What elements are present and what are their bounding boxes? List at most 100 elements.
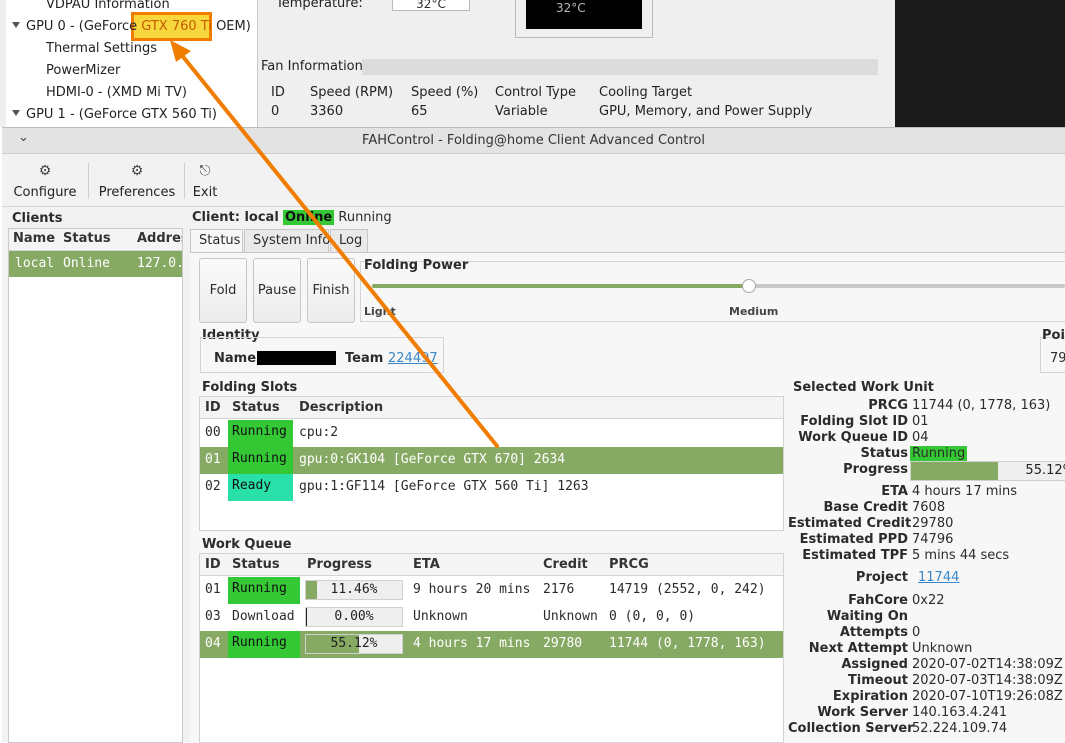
exit-button[interactable]: ⎋ Exit [188, 163, 222, 200]
identity-team-label: Team [345, 351, 384, 366]
tab-log[interactable]: Log [330, 229, 368, 253]
slots-col-id[interactable]: ID [205, 400, 221, 415]
queue-row[interactable]: 03 Download 0.00% Unknown Unknown 0 (0, … [200, 604, 783, 631]
fan-header-rpm: Speed (RPM) [310, 85, 394, 100]
tree-item-thermal[interactable]: Thermal Settings [46, 41, 157, 56]
queue-col-prcg[interactable]: PRCG [609, 557, 649, 572]
desktop-background [895, 0, 1065, 127]
project-link[interactable]: 11744 [918, 570, 959, 585]
tree-item-powermizer[interactable]: PowerMizer [46, 63, 120, 78]
wu-progress-bar: 55.12% [910, 461, 1065, 481]
slots-col-description[interactable]: Description [299, 400, 383, 415]
queue-col-status[interactable]: Status [232, 557, 280, 572]
work-queue-title: Work Queue [202, 537, 292, 552]
queue-col-id[interactable]: ID [205, 557, 221, 572]
title-bar[interactable]: ⌄ FAHControl - Folding@home Client Advan… [2, 128, 1065, 154]
queue-progress-bar: 11.46% [305, 580, 403, 600]
gpu0-model-highlight: GTX 760 Ti [141, 19, 212, 34]
clients-col-name[interactable]: Name [13, 231, 55, 246]
tree-item-vdpau[interactable]: VDPAU Information [46, 0, 170, 12]
clients-col-status[interactable]: Status [63, 231, 111, 246]
tab-status[interactable]: Status [190, 229, 243, 253]
wu-field-value: 4 hours 17 mins [912, 484, 1018, 499]
folding-power-title: Folding Power [364, 258, 469, 273]
slots-col-status[interactable]: Status [232, 400, 280, 415]
slot-row[interactable]: 00 Running cpu:2 [200, 420, 783, 447]
fold-button[interactable]: Fold [199, 258, 247, 323]
folding-slots-title: Folding Slots [202, 380, 298, 395]
fan-cell-pct: 65 [411, 104, 428, 119]
points-value: 79 [1050, 351, 1065, 366]
exit-icon: ⎋ [199, 163, 211, 179]
wu-field-value: 11744 (0, 1778, 163) [912, 398, 1051, 413]
slots-header [200, 397, 783, 419]
clients-list: Name Status Address local Online 127.0. [8, 228, 183, 743]
folding-power-slider-handle[interactable] [742, 279, 756, 293]
temperature-label: Temperature: [276, 0, 363, 11]
clients-col-address[interactable]: Address [137, 231, 182, 246]
wu-field-key: Timeout [847, 673, 908, 688]
queue-col-credit[interactable]: Credit [543, 557, 588, 572]
tree-item-gpu1[interactable]: GPU 1 - (GeForce GTX 560 Ti) [12, 107, 217, 122]
wu-field-key: Estimated PPD [799, 532, 908, 547]
status-running-badge: Running [228, 447, 293, 474]
wu-field-value: 04 [912, 430, 929, 445]
team-link[interactable]: 224497 [388, 351, 438, 366]
queue-col-eta[interactable]: ETA [413, 557, 440, 572]
status-running-badge: Running [228, 420, 293, 447]
wu-field-value: 0 [912, 625, 921, 640]
identity-name-label: Name [214, 351, 257, 366]
fan-header-control: Control Type [495, 85, 576, 100]
wu-field-value: 7608 [912, 500, 946, 515]
wu-field-key: Next Attempt [808, 641, 908, 656]
client-status-line: Client: local Online Running [192, 210, 392, 225]
wu-field-value: 5 mins 44 secs [912, 548, 1010, 563]
finish-button[interactable]: Finish [307, 258, 355, 323]
wu-field-value: 140.163.4.241 [912, 705, 1008, 720]
gear-icon: ⚙ [38, 163, 52, 179]
queue-header [200, 554, 783, 576]
tree-item-gpu0[interactable]: GPU 0 - (GeForce GTX 760 Ti OEM) [12, 19, 251, 34]
online-badge: Online [282, 210, 335, 225]
fan-cell-id: 0 [271, 104, 280, 119]
toolbar: ⚙ Configure ⚙ Preferences ⎋ Exit [2, 155, 1065, 207]
wu-field-value: 2020-07-10T19:26:08Z [912, 689, 1063, 704]
pause-button[interactable]: Pause [253, 258, 301, 323]
selected-wu-title: Selected Work Unit [793, 380, 934, 395]
wu-field-value: 29780 [912, 516, 954, 531]
slot-row[interactable]: 01 Running gpu:0:GK104 [GeForce GTX 670]… [200, 447, 783, 474]
wu-field-value: 74796 [912, 532, 954, 547]
wu-field-key: Status [860, 446, 908, 461]
wu-field-key: Estimated TPF [802, 548, 908, 563]
points-title: Poi [1042, 328, 1065, 343]
client-row[interactable]: local Online 127.0. [9, 251, 182, 277]
configure-button[interactable]: ⚙ Configure [10, 163, 80, 200]
queue-progress-bar: 0.00% [305, 607, 403, 627]
fan-cell-rpm: 3360 [310, 104, 344, 119]
wu-field-key: PRCG [868, 398, 908, 413]
clients-title: Clients [12, 211, 63, 226]
wu-field-value: 2020-07-03T14:38:09Z [912, 673, 1063, 688]
wu-field-key: Base Credit [823, 500, 908, 515]
expand-triangle-icon[interactable] [12, 22, 20, 28]
tab-system-info[interactable]: System Info [244, 229, 330, 253]
status-running-badge: Running [228, 577, 300, 604]
queue-row[interactable]: 01 Running 11.46% 9 hours 20 mins 2176 1… [200, 577, 783, 604]
wu-field-key: Assigned [841, 657, 908, 672]
preferences-button[interactable]: ⚙ Preferences [94, 163, 180, 200]
wu-field-key: Collection Server [788, 721, 914, 736]
queue-row[interactable]: 04 Running 55.12% 4 hours 17 mins 29780 … [200, 631, 783, 658]
fan-header-pct: Speed (%) [411, 85, 479, 100]
slot-row[interactable]: 02 Ready gpu:1:GF114 [GeForce GTX 560 Ti… [200, 474, 783, 501]
wu-field-key: Attempts [839, 625, 908, 640]
wu-field-key: Estimated Credit [788, 516, 912, 531]
wu-field-key: Waiting On [826, 609, 908, 624]
wu-field-key: Work Server [817, 705, 908, 720]
folding-slots-table: ID Status Description 00 Running cpu:2 0… [199, 396, 784, 531]
wu-field-key: Folding Slot ID [800, 414, 908, 429]
work-queue-table: ID Status Progress ETA Credit PRCG 01 Ru… [199, 553, 784, 743]
queue-col-progress[interactable]: Progress [307, 557, 372, 572]
expand-triangle-icon[interactable] [12, 110, 20, 116]
wu-field-value: 0x22 [912, 593, 945, 608]
tree-item-hdmi[interactable]: HDMI-0 - (XMD Mi TV) [46, 85, 187, 100]
